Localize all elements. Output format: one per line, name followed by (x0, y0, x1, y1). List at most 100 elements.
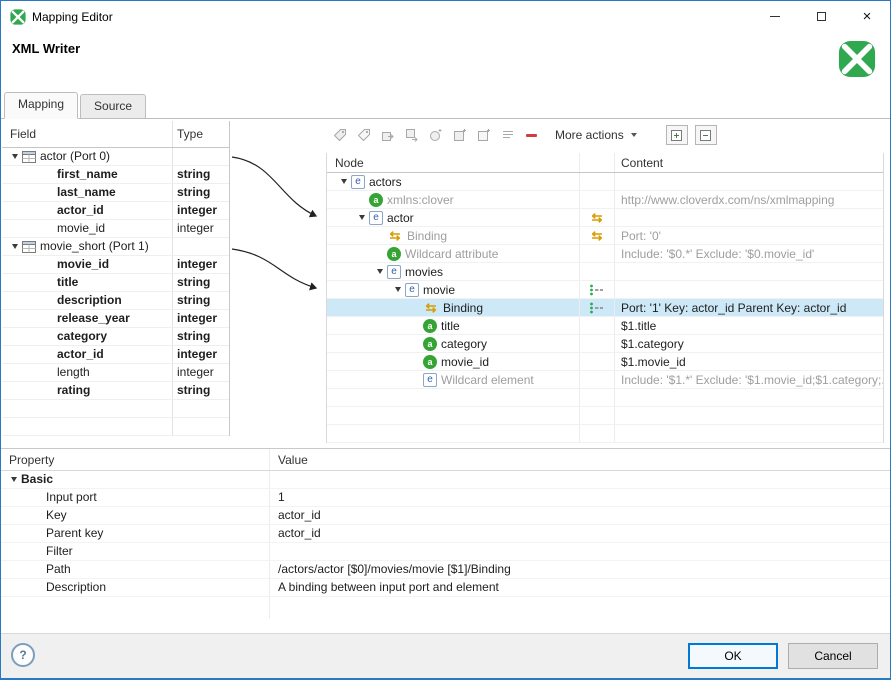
arrow-actor-mapping (231, 156, 318, 218)
property-row[interactable]: Input port 1 (1, 489, 890, 507)
close-button[interactable]: × (844, 1, 890, 32)
property-row[interactable]: Key actor_id (1, 507, 890, 525)
tree-node-label: actor (387, 210, 414, 225)
collapse-all-button[interactable] (694, 125, 717, 145)
tree-content-cell: Include: '$0.*' Exclude: '$0.movie_id' (614, 245, 883, 262)
field-row[interactable]: last_name string (2, 184, 229, 202)
add-text-node-icon[interactable] (499, 127, 516, 144)
empty-row (2, 418, 229, 436)
tab-mapping[interactable]: Mapping (4, 92, 79, 119)
node-column-header: Node (335, 155, 364, 170)
cancel-button[interactable]: Cancel (788, 643, 878, 669)
property-value[interactable]: /actors/actor [$0]/movies/movie [$1]/Bin… (278, 561, 511, 578)
tree-row[interactable]: Wildcard element Include: '$1.*' Exclude… (327, 371, 883, 389)
cloverdx-logo-icon (838, 40, 876, 81)
field-type: string (177, 185, 211, 199)
unmap-icon[interactable] (331, 127, 348, 144)
chevron-expanded-icon[interactable] (355, 215, 369, 220)
tree-row-selected[interactable]: Binding Port: '1' Key: actor_id Parent K… (327, 299, 883, 317)
port-group-row[interactable]: actor (Port 0) (2, 148, 229, 166)
property-row[interactable]: Parent key actor_id (1, 525, 890, 543)
property-row[interactable]: Path/actors/actor [$0]/movies/movie [$1]… (1, 561, 890, 579)
field-name: first_name (57, 167, 118, 181)
property-row[interactable]: Description A binding between input port … (1, 579, 890, 597)
add-sibling-element-icon[interactable] (403, 127, 420, 144)
maximize-button[interactable] (798, 1, 844, 32)
tree-node-cell: movie (327, 282, 579, 297)
tree-node-label: title (441, 318, 460, 333)
tree-row[interactable]: movie_id $1.movie_id (327, 353, 883, 371)
tree-content-cell (614, 281, 883, 298)
field-row[interactable]: actor_id integer (2, 202, 229, 220)
chevron-expanded-icon[interactable] (373, 269, 387, 274)
chevron-expanded-icon[interactable] (7, 477, 21, 482)
chevron-expanded-icon[interactable] (8, 244, 22, 249)
expand-all-button[interactable] (665, 125, 688, 145)
tree-indicator-cell (579, 263, 614, 280)
field-row[interactable]: release_year integer (2, 310, 229, 328)
ok-button[interactable]: OK (688, 643, 778, 669)
tree-row[interactable]: movie (327, 281, 883, 299)
tree-indicator-cell (579, 191, 614, 208)
tree-row[interactable]: Wildcard attribute Include: '$0.*' Exclu… (327, 245, 883, 263)
element-icon (369, 210, 383, 225)
property-section-row[interactable]: Basic (1, 471, 890, 489)
field-row[interactable]: category string (2, 328, 229, 346)
property-value[interactable]: 1 (278, 489, 285, 506)
binding-icon (423, 301, 439, 315)
remove-button[interactable] (523, 127, 540, 144)
tree-content-cell: $1.category (614, 335, 883, 352)
binding-icon (387, 229, 403, 243)
more-actions-label: More actions (555, 128, 624, 142)
field-name: description (57, 293, 122, 307)
content-column-header: Content (614, 153, 883, 172)
port-group-row[interactable]: movie_short (Port 1) (2, 238, 229, 256)
property-row[interactable]: Filter (1, 543, 890, 561)
empty-row (327, 389, 883, 407)
tree-node-label: Binding (443, 300, 484, 315)
tree-row[interactable]: actor (327, 209, 883, 227)
add-child-element-icon[interactable] (379, 127, 396, 144)
arrow-movie-mapping (231, 248, 318, 291)
app-icon (10, 8, 26, 25)
record-icon (22, 240, 36, 253)
more-actions-button[interactable]: More actions (547, 125, 645, 145)
property-name: Key (46, 508, 67, 522)
tree-row[interactable]: actors (327, 173, 883, 191)
help-button[interactable]: ? (11, 643, 35, 667)
field-row[interactable]: description string (2, 292, 229, 310)
add-wildcard-icon[interactable] (475, 127, 492, 144)
property-value[interactable]: actor_id (278, 507, 321, 524)
field-type: string (177, 329, 211, 343)
tree-row[interactable]: category $1.category (327, 335, 883, 353)
tree-node-cell: movies (327, 264, 579, 279)
field-row[interactable]: rating string (2, 382, 229, 400)
tree-row[interactable]: title $1.title (327, 317, 883, 335)
tree-row[interactable]: movies (327, 263, 883, 281)
tree-node-cell: Binding (327, 229, 579, 243)
chevron-expanded-icon[interactable] (337, 179, 351, 184)
field-row[interactable]: title string (2, 274, 229, 292)
chevron-expanded-icon[interactable] (8, 154, 22, 159)
field-row[interactable]: movie_id integer (2, 256, 229, 274)
field-row[interactable]: first_name string (2, 166, 229, 184)
tree-node-cell: xmlns:clover (327, 192, 579, 207)
field-row[interactable]: length integer (2, 364, 229, 382)
chevron-expanded-icon[interactable] (391, 287, 405, 292)
property-value[interactable]: actor_id (278, 525, 321, 542)
tab-source[interactable]: Source (80, 94, 147, 118)
field-type: integer (177, 365, 214, 379)
tree-row[interactable]: xmlns:clover http://www.cloverdx.com/ns/… (327, 191, 883, 209)
field-row[interactable]: movie_id integer (2, 220, 229, 238)
add-binding-icon[interactable] (451, 127, 468, 144)
field-row[interactable]: actor_id integer (2, 346, 229, 364)
tree-node-cell: Binding (327, 301, 579, 315)
map-icon[interactable] (355, 127, 372, 144)
tree-row[interactable]: Binding Port: '0' (327, 227, 883, 245)
add-attribute-icon[interactable] (427, 127, 444, 144)
minimize-button[interactable] (752, 1, 798, 32)
tree-node-label: Wildcard attribute (405, 246, 499, 261)
property-value[interactable]: A binding between input port and element (278, 579, 499, 596)
tab-bar: Mapping Source (1, 90, 890, 119)
attribute-icon (387, 246, 401, 261)
